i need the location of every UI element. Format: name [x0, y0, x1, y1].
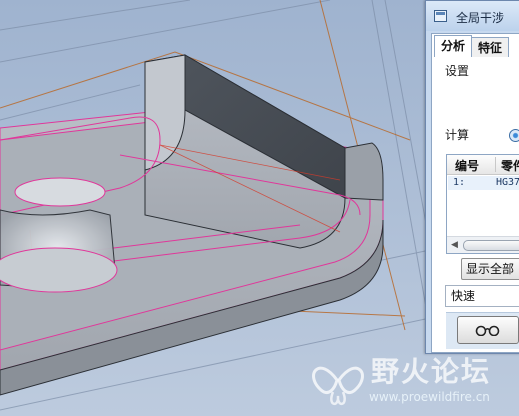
- preview-button[interactable]: [457, 316, 519, 344]
- mode-select[interactable]: 快速: [445, 285, 519, 307]
- column-header-id[interactable]: 编号: [455, 157, 479, 174]
- column-divider[interactable]: [495, 157, 496, 172]
- table-header: 编号 零件: [447, 155, 519, 175]
- watermark-url: www.proewildfire.cn: [369, 390, 490, 404]
- scroll-thumb[interactable]: [463, 240, 519, 251]
- results-table[interactable]: 编号 零件 1: HG37 ◀: [446, 154, 519, 254]
- settings-label: 设置: [445, 64, 470, 78]
- dialog-title: 全局干涉: [456, 11, 505, 25]
- window-icon: [434, 10, 447, 22]
- column-header-part[interactable]: 零件: [501, 157, 519, 174]
- cell-part: HG37: [496, 177, 519, 188]
- glasses-icon: [475, 325, 500, 336]
- watermark-brand: 野火论坛: [371, 355, 492, 388]
- dialog-titlebar[interactable]: 全局干涉: [426, 1, 519, 31]
- forum-watermark: 野火论坛 www.proewildfire.cn: [305, 346, 519, 416]
- cell-id: 1:: [453, 177, 466, 188]
- tab-feature[interactable]: 特征: [471, 37, 509, 57]
- tab-analysis[interactable]: 分析: [434, 35, 472, 57]
- scroll-left-arrow-icon[interactable]: ◀: [451, 240, 458, 250]
- table-row[interactable]: 1: HG37: [448, 176, 519, 190]
- compute-radio-button[interactable]: [509, 129, 519, 142]
- horizontal-scrollbar[interactable]: ◀: [447, 236, 519, 253]
- butterfly-logo-icon: [312, 366, 364, 405]
- show-all-button[interactable]: 显示全部: [461, 258, 519, 280]
- compute-label: 计算: [445, 128, 470, 142]
